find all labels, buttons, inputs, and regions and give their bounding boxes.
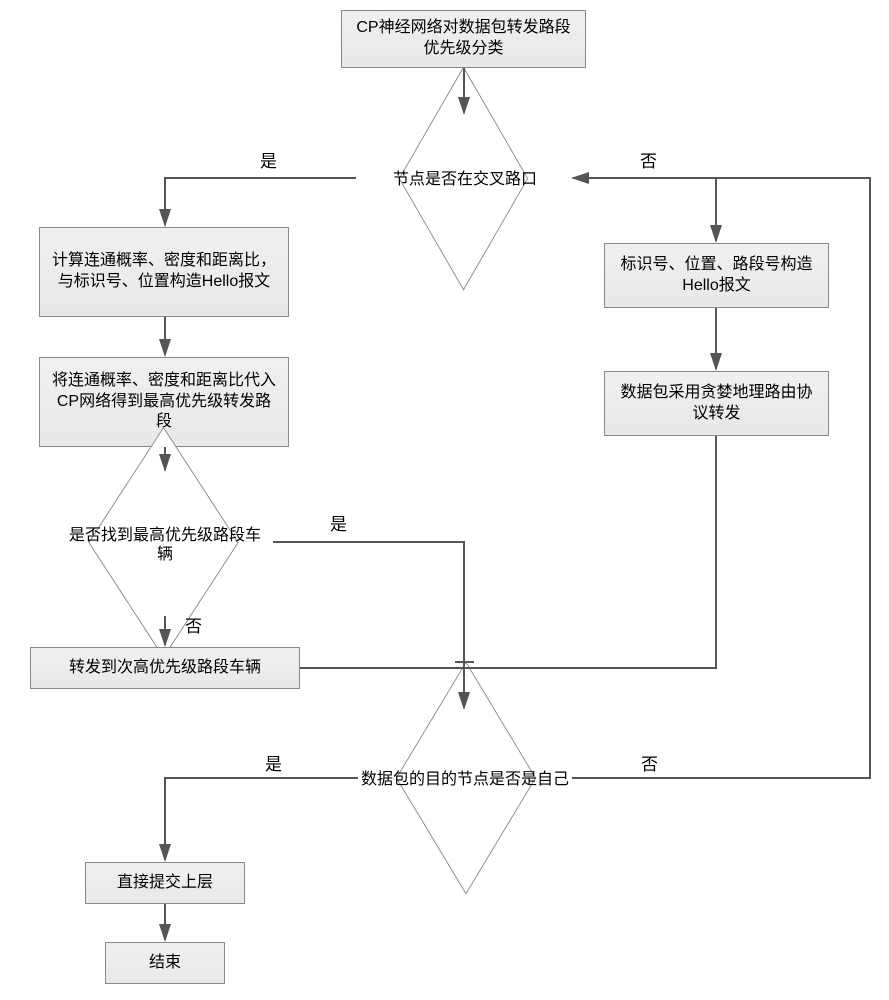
node-p-no1: 标识号、位置、路段号构造Hello报文	[604, 243, 829, 308]
label-yes-2: 是	[330, 510, 347, 535]
node-p-yes1: 计算连通概率、密度和距离比，与标识号、位置构造Hello报文	[39, 227, 289, 317]
label-yes-3: 是	[265, 750, 282, 775]
node-start: CP神经网络对数据包转发路段优先级分类	[341, 10, 586, 68]
node-d3	[396, 661, 536, 894]
node-d2	[88, 427, 238, 658]
flowchart-canvas: CP神经网络对数据包转发路段优先级分类 节点是否在交叉路口 计算连通概率、密度和…	[0, 0, 889, 1000]
node-p-yes3: 转发到次高优先级路段车辆	[30, 647, 300, 689]
label-no-1: 否	[640, 147, 657, 172]
node-d1	[399, 66, 528, 290]
node-end: 结束	[105, 942, 225, 984]
node-p-end1: 直接提交上层	[85, 862, 245, 904]
label-no-2: 否	[185, 612, 202, 637]
label-no-3: 否	[641, 750, 658, 775]
label-yes-1: 是	[260, 147, 277, 172]
node-p-no2: 数据包采用贪婪地理路由协议转发	[604, 371, 829, 436]
